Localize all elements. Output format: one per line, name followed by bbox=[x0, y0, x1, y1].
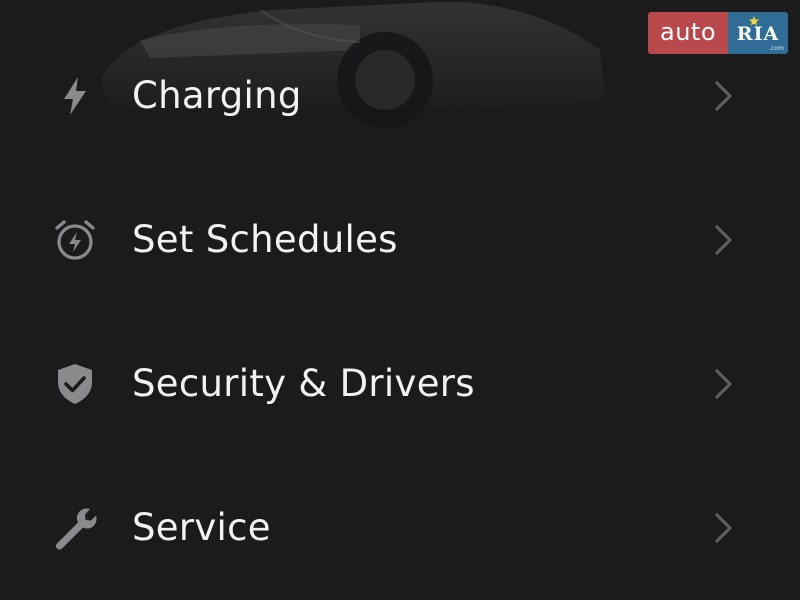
chevron-right-icon bbox=[715, 225, 732, 255]
chevron-right-icon bbox=[715, 513, 732, 543]
menu-item-label: Charging bbox=[132, 74, 302, 117]
lightning-bolt-icon bbox=[52, 73, 98, 119]
settings-menu: Charging Set Schedules Security & Driver… bbox=[0, 24, 800, 600]
shield-check-icon bbox=[52, 361, 98, 407]
menu-item-service[interactable]: Service bbox=[0, 456, 800, 600]
wrench-icon bbox=[52, 505, 98, 551]
menu-item-label: Security & Drivers bbox=[132, 362, 475, 405]
menu-item-set-schedules[interactable]: Set Schedules bbox=[0, 168, 800, 312]
menu-item-charging[interactable]: Charging bbox=[0, 24, 800, 168]
menu-item-label: Set Schedules bbox=[132, 218, 398, 261]
app-screen: auto RIA .com Charging Set Schedules Sec… bbox=[0, 0, 800, 600]
menu-item-security-drivers[interactable]: Security & Drivers bbox=[0, 312, 800, 456]
chevron-right-icon bbox=[715, 369, 732, 399]
chevron-right-icon bbox=[715, 81, 732, 111]
menu-item-label: Service bbox=[132, 506, 271, 549]
alarm-clock-icon bbox=[52, 217, 98, 263]
